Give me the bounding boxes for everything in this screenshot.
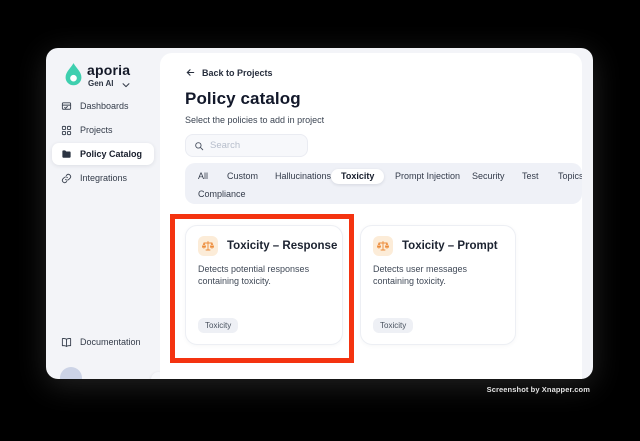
sidebar-item-label: Documentation bbox=[80, 337, 141, 347]
app-window: aporia Gen AI Dashboards Projects Policy… bbox=[46, 48, 593, 379]
scales-icon bbox=[198, 236, 218, 256]
search-input[interactable] bbox=[210, 140, 299, 151]
sidebar-item-label: Projects bbox=[80, 125, 113, 135]
watermark-text: Screenshot by Xnapper.com bbox=[486, 385, 590, 394]
card-description: Detects user messages containing toxicit… bbox=[373, 264, 468, 286]
policy-card-toxicity-prompt[interactable]: Toxicity – Prompt Detects user messages … bbox=[360, 225, 516, 345]
sidebar-item-integrations[interactable]: Integrations bbox=[52, 167, 154, 189]
folder-icon bbox=[61, 149, 72, 160]
sidebar: aporia Gen AI Dashboards Projects Policy… bbox=[46, 48, 166, 379]
scales-icon bbox=[373, 236, 393, 256]
search-icon bbox=[194, 141, 204, 151]
card-description: Detects potential responses containing t… bbox=[198, 264, 310, 286]
tab-hallucinations[interactable]: Hallucinations bbox=[275, 169, 331, 184]
page-subtitle: Select the policies to add in project bbox=[185, 115, 325, 125]
tab-toxicity[interactable]: Toxicity bbox=[331, 169, 385, 184]
tab-custom[interactable]: Custom bbox=[227, 169, 258, 184]
tab-topics[interactable]: Topics bbox=[558, 169, 582, 184]
sidebar-item-policy-catalog[interactable]: Policy Catalog bbox=[52, 143, 154, 165]
tab-all[interactable]: All bbox=[198, 169, 208, 184]
card-title: Toxicity – Response bbox=[227, 240, 338, 252]
search-box[interactable] bbox=[185, 134, 308, 157]
card-tag-badge: Toxicity bbox=[198, 318, 239, 333]
brand-name: aporia bbox=[87, 62, 131, 78]
arrow-left-icon bbox=[185, 67, 196, 78]
tab-compliance[interactable]: Compliance bbox=[198, 187, 246, 202]
tab-test[interactable]: Test bbox=[522, 169, 539, 184]
back-link-label: Back to Projects bbox=[202, 67, 273, 78]
back-to-projects-link[interactable]: Back to Projects bbox=[185, 67, 273, 78]
main-content: Back to Projects Policy catalog Select t… bbox=[160, 53, 582, 379]
projects-grid-icon bbox=[61, 125, 72, 136]
user-avatar[interactable] bbox=[60, 367, 82, 379]
dashboards-icon bbox=[61, 101, 72, 112]
card-tag-badge: Toxicity bbox=[373, 318, 414, 333]
sidebar-item-dashboards[interactable]: Dashboards bbox=[52, 95, 154, 117]
sidebar-item-projects[interactable]: Projects bbox=[52, 119, 154, 141]
sidebar-item-documentation[interactable]: Documentation bbox=[52, 331, 154, 353]
sidebar-item-label: Policy Catalog bbox=[80, 149, 143, 159]
sidebar-item-label: Integrations bbox=[80, 173, 128, 183]
link-icon bbox=[61, 173, 72, 184]
workspace-switcher[interactable]: aporia Gen AI bbox=[64, 61, 160, 95]
policy-card-toxicity-response[interactable]: Toxicity – Response Detects potential re… bbox=[185, 225, 343, 345]
card-header: Toxicity – Response bbox=[198, 236, 337, 256]
workspace-name: Gen AI bbox=[88, 79, 114, 88]
card-title: Toxicity – Prompt bbox=[402, 240, 498, 252]
tab-prompt-injection[interactable]: Prompt Injection bbox=[395, 169, 460, 184]
sidebar-item-label: Dashboards bbox=[80, 101, 129, 111]
tab-security[interactable]: Security bbox=[472, 169, 505, 184]
chevron-down-icon[interactable] bbox=[121, 80, 131, 90]
book-icon bbox=[61, 337, 72, 348]
card-header: Toxicity – Prompt bbox=[373, 236, 498, 256]
filter-tabs: All Custom Hallucinations Toxicity Promp… bbox=[185, 163, 582, 204]
page-title: Policy catalog bbox=[185, 89, 301, 108]
aporia-drop-icon bbox=[65, 63, 82, 86]
